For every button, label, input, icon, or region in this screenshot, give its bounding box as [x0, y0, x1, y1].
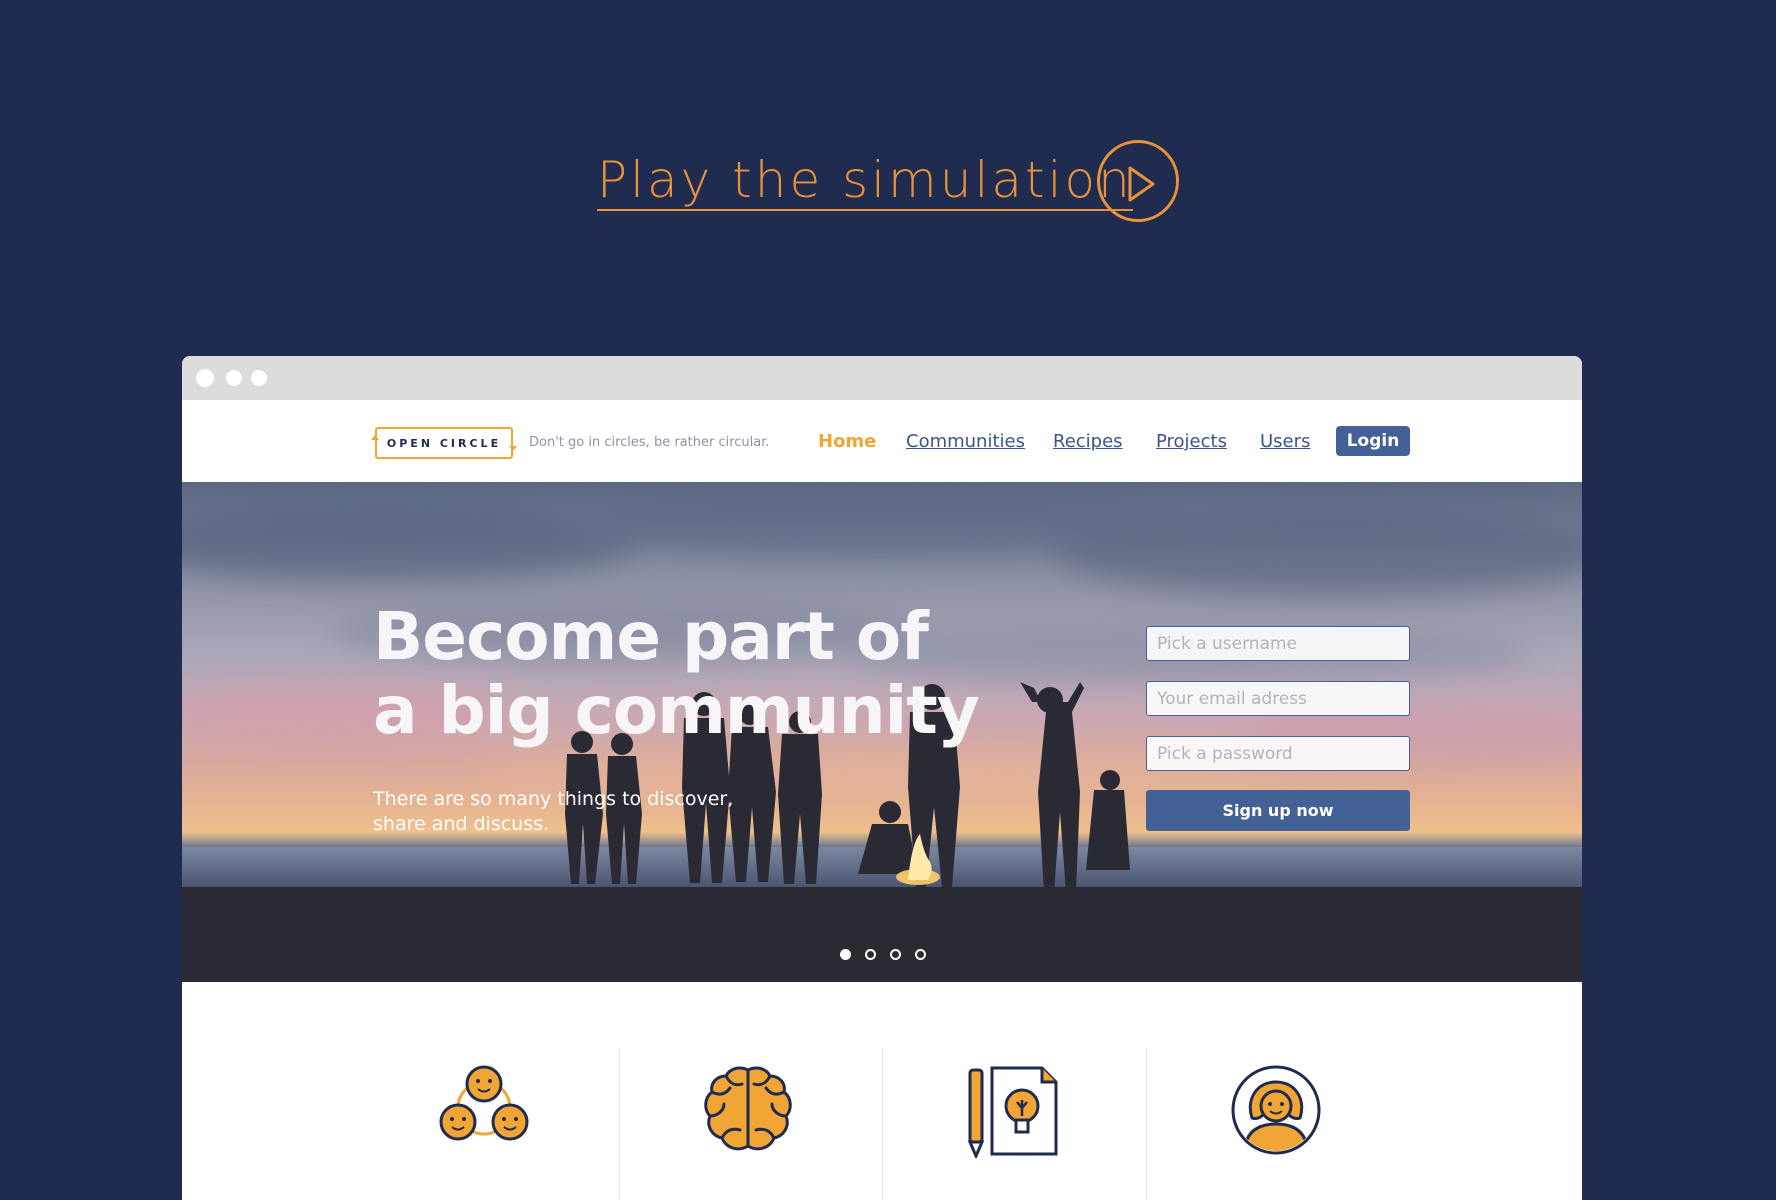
password-input[interactable] [1146, 736, 1410, 771]
open-circle-logo[interactable]: OPEN CIRCLE [371, 427, 517, 459]
login-button[interactable]: Login [1336, 426, 1410, 456]
site-tagline: Don't go in circles, be rather circular. [529, 435, 770, 450]
window-minimize-dot[interactable] [226, 370, 242, 386]
feature-divider [1146, 1048, 1147, 1200]
hero-subtitle-line1: There are so many things to discover, [373, 788, 734, 810]
browser-window: OPEN CIRCLE Don't go in circles, be rath… [182, 356, 1582, 1200]
nav-projects[interactable]: Projects [1156, 431, 1227, 452]
carousel-dot[interactable] [915, 949, 926, 960]
user-avatar-icon [1231, 1065, 1321, 1155]
community-faces-icon [439, 1065, 529, 1141]
nav-communities[interactable]: Communities [906, 431, 1025, 452]
play-icon[interactable] [1097, 140, 1179, 222]
idea-document-icon [967, 1066, 1058, 1158]
carousel-dot[interactable] [840, 949, 851, 960]
logo-text: OPEN CIRCLE [386, 436, 502, 450]
play-simulation-header: Play the simulation [597, 138, 1179, 224]
nav-home[interactable]: Home [818, 431, 876, 452]
signup-form: Sign up now [1146, 626, 1410, 831]
play-simulation-link[interactable]: Play the simulation [597, 151, 1133, 211]
site-navbar: OPEN CIRCLE Don't go in circles, be rath… [182, 400, 1582, 482]
window-maximize-dot[interactable] [251, 370, 267, 386]
username-input[interactable] [1146, 626, 1410, 661]
signup-button[interactable]: Sign up now [1146, 790, 1410, 831]
logo-arrow-icon [371, 435, 379, 440]
hero-title-line1: Become part of [373, 598, 929, 675]
nav-recipes[interactable]: Recipes [1053, 431, 1123, 452]
carousel-dots [840, 949, 926, 960]
hero-subtitle: There are so many things to discover, sh… [373, 787, 733, 837]
window-close-dot[interactable] [196, 369, 214, 387]
hero-title-line2: a big community [373, 672, 980, 749]
feature-divider [882, 1048, 883, 1200]
features-section [182, 982, 1582, 1200]
logo-arrow-icon [509, 446, 517, 451]
nav-users[interactable]: Users [1260, 431, 1310, 452]
browser-title-bar [182, 356, 1582, 400]
hero-banner: Become part of a big community There are… [182, 482, 1582, 982]
email-input[interactable] [1146, 681, 1410, 716]
carousel-dot[interactable] [865, 949, 876, 960]
hero-title: Become part of a big community [373, 598, 980, 749]
carousel-dot[interactable] [890, 949, 901, 960]
brain-icon [704, 1066, 792, 1151]
hero-subtitle-line2: share and discuss. [373, 813, 550, 835]
feature-divider [619, 1048, 620, 1200]
